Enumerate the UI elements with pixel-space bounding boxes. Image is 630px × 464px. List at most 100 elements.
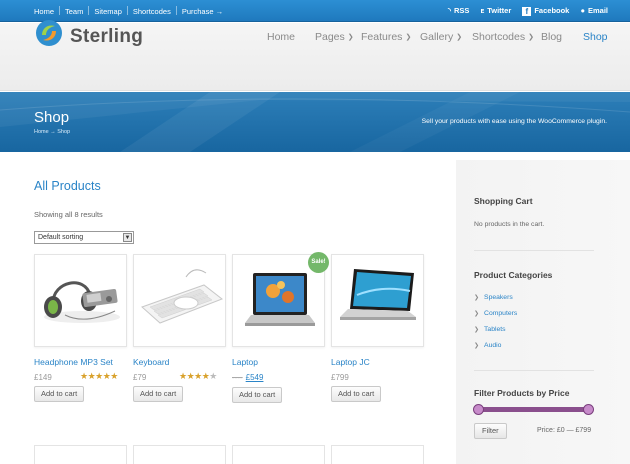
facebook-link[interactable]: f Facebook <box>522 6 570 16</box>
category-audio[interactable]: ❯ Audio <box>474 342 501 349</box>
sort-selected-value: Default sorting <box>38 234 84 241</box>
top-link-purchase[interactable]: Purchase → <box>182 7 223 16</box>
product-image[interactable] <box>34 445 127 464</box>
price-filter-title: Filter Products by Price <box>474 388 570 398</box>
page-title: All Products <box>34 179 101 193</box>
headphones-image <box>44 281 120 323</box>
product-image-laptop-jc[interactable] <box>331 254 424 347</box>
twitter-icon: ᴇ <box>480 6 485 15</box>
result-count: Showing all 8 results <box>34 210 103 219</box>
product-image-keyboard[interactable] <box>133 254 226 347</box>
product-image[interactable] <box>133 445 226 464</box>
email-link[interactable]: ● Email <box>580 6 608 15</box>
product-price-sale: ---- £549 <box>232 373 263 382</box>
twitter-link[interactable]: ᴇ Twitter <box>480 6 511 15</box>
chevron-right-icon: ❯ <box>474 311 480 317</box>
logo-icon[interactable] <box>35 19 63 52</box>
nav-label: Blog <box>541 31 563 43</box>
nav-shortcodes[interactable]: Shortcodes ❯ <box>472 31 534 43</box>
product-image[interactable] <box>232 445 325 464</box>
top-link-sitemap[interactable]: Sitemap <box>94 7 122 16</box>
product-price: £79 <box>133 373 147 382</box>
divider <box>474 370 594 371</box>
product-price: £799 <box>331 373 349 382</box>
breadcrumb[interactable]: Home → Shop <box>34 129 70 135</box>
add-to-cart-button[interactable]: Add to cart <box>331 386 382 402</box>
chevron-down-icon: ❯ <box>347 34 354 41</box>
filter-button[interactable]: Filter <box>474 423 507 439</box>
product-name-headphone[interactable]: Headphone MP3 Set <box>34 357 113 367</box>
add-to-cart-button[interactable]: Add to cart <box>34 386 85 402</box>
facebook-label: Facebook <box>534 6 570 15</box>
keyboard-image <box>141 269 224 324</box>
product-image[interactable] <box>331 445 424 464</box>
top-link-shortcodes[interactable]: Shortcodes <box>133 7 171 16</box>
nav-label: Shop <box>583 31 608 43</box>
twitter-label: Twitter <box>487 6 512 15</box>
chevron-down-icon: ❯ <box>405 34 412 41</box>
old-price: ---- <box>232 373 243 382</box>
top-link-home[interactable]: Home <box>34 7 54 16</box>
dropdown-arrow-icon: ▼ <box>123 233 132 242</box>
product-name-keyboard[interactable]: Keyboard <box>133 357 169 367</box>
categories-widget-title: Product Categories <box>474 270 553 280</box>
top-link-team[interactable]: Team <box>65 7 83 16</box>
category-label: Computers <box>484 310 518 317</box>
laptop-jc-image <box>340 269 416 320</box>
rss-icon: ◝ <box>448 6 451 15</box>
product-image-headphones[interactable] <box>34 254 127 347</box>
nav-label: Gallery <box>420 31 454 43</box>
category-tablets[interactable]: ❯ Tablets <box>474 326 506 333</box>
sale-badge: Sale! <box>308 252 329 273</box>
product-price: £149 <box>34 373 52 382</box>
logo-text[interactable]: Sterling <box>70 26 143 48</box>
chevron-down-icon: ❯ <box>528 34 534 41</box>
nav-label: Features <box>361 31 403 43</box>
rss-label: RSS <box>453 6 470 15</box>
nav-blog[interactable]: Blog <box>541 31 562 43</box>
nav-gallery[interactable]: Gallery ❯ <box>420 31 462 43</box>
category-label: Tablets <box>484 326 506 333</box>
top-bar: Home Team Sitemap Shortcodes Purchase → ◝ RSS… <box>0 0 630 22</box>
add-to-cart-button[interactable]: Add to cart <box>133 386 184 402</box>
product-name-laptop-jc[interactable]: Laptop JC <box>331 357 370 367</box>
chevron-right-icon: ❯ <box>474 343 480 349</box>
category-computers[interactable]: ❯ Computers <box>474 310 517 317</box>
cart-widget-title: Shopping Cart <box>474 196 533 206</box>
nav-features[interactable]: Features ❯ <box>361 31 411 43</box>
chevron-right-icon: ❯ <box>474 327 480 333</box>
product-name-laptop[interactable]: Laptop <box>232 357 258 367</box>
facebook-icon: f <box>522 7 532 16</box>
category-label: Speakers <box>484 294 513 301</box>
chevron-down-icon: ❯ <box>456 34 463 41</box>
sort-select[interactable]: Default sorting ▼ <box>34 231 134 244</box>
speech-bubble-icon: ● <box>580 6 585 15</box>
category-speakers[interactable]: ❯ Speakers <box>474 294 513 301</box>
nav-label: Pages <box>315 31 345 43</box>
nav-label: Shortcodes <box>472 31 526 43</box>
category-label: Audio <box>484 342 502 349</box>
top-links: Home Team Sitemap Shortcodes Purchase → <box>34 6 223 16</box>
sale-price: £549 <box>245 373 264 382</box>
nav-shop[interactable]: Shop <box>583 31 608 43</box>
divider <box>474 250 594 251</box>
separator <box>88 6 90 15</box>
cart-empty-text: No products in the cart. <box>474 221 545 228</box>
nav-pages[interactable]: Pages ❯ <box>315 31 354 43</box>
add-to-cart-button[interactable]: Add to cart <box>232 387 283 403</box>
price-slider-min-handle[interactable] <box>473 404 484 415</box>
chevron-right-icon: ❯ <box>474 295 480 301</box>
nav-label: Home <box>267 31 296 43</box>
price-slider-track[interactable] <box>478 407 590 412</box>
separator <box>126 6 128 15</box>
nav-home[interactable]: Home <box>267 31 295 43</box>
rss-link[interactable]: ◝ RSS <box>448 6 469 15</box>
price-slider-max-handle[interactable] <box>583 404 594 415</box>
email-label: Email <box>587 6 608 15</box>
separator <box>59 6 61 15</box>
star-rating: ★★★★★ <box>80 371 118 381</box>
price-range-label: Price: £0 — £799 <box>537 427 592 434</box>
separator <box>175 6 177 15</box>
star-rating: ★★★★★ <box>179 371 217 381</box>
banner-title: Shop <box>34 109 70 126</box>
